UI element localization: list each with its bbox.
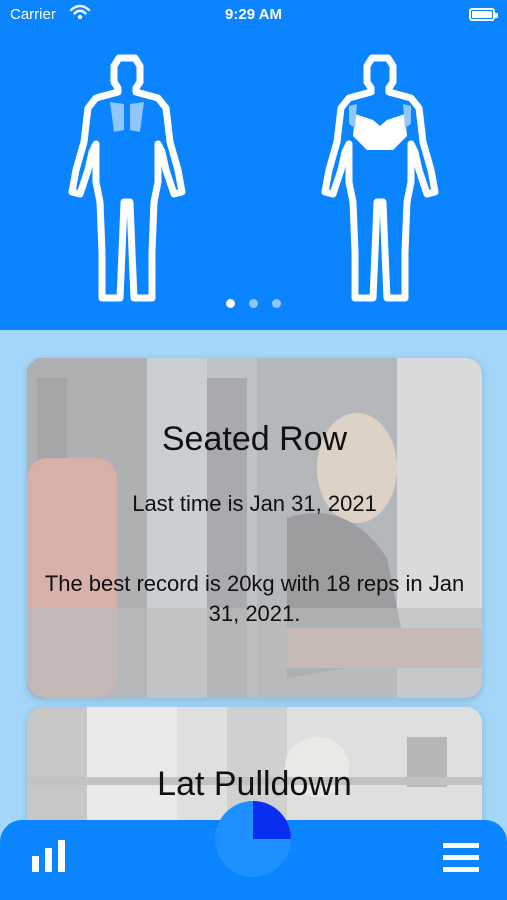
page-indicator[interactable]	[0, 299, 507, 308]
front-chest-highlight	[110, 102, 144, 132]
front-body-figure[interactable]	[62, 52, 192, 308]
progress-slice	[253, 801, 291, 839]
card-content: Seated Row Last time is Jan 31, 2021 The…	[27, 358, 482, 629]
app-screen: Carrier 9:29 AM Seated Row Last time is …	[0, 0, 507, 900]
exercise-title: Seated Row	[161, 420, 348, 458]
body-map-carousel[interactable]	[0, 0, 507, 330]
back-body-figure[interactable]	[315, 52, 445, 308]
page-dot-1[interactable]	[226, 299, 235, 308]
exercise-card-seated-row[interactable]: Seated Row Last time is Jan 31, 2021 The…	[27, 358, 482, 698]
last-time-text: Last time is Jan 31, 2021	[132, 491, 377, 516]
battery-icon	[469, 8, 498, 21]
status-bar: Carrier 9:29 AM	[0, 0, 507, 30]
exercise-title: Lat Pulldown	[157, 765, 352, 803]
pie-progress-icon[interactable]	[214, 800, 292, 878]
page-dot-2[interactable]	[249, 299, 258, 308]
hamburger-menu-icon[interactable]	[443, 842, 479, 874]
best-record-text: The best record is 20kg with 18 reps in …	[44, 571, 465, 626]
page-dot-3[interactable]	[272, 299, 281, 308]
card-content: Lat Pulldown	[27, 707, 482, 804]
bar-chart-icon[interactable]	[30, 838, 68, 874]
status-time: 9:29 AM	[225, 6, 282, 23]
back-upper-muscle-highlight	[353, 114, 407, 150]
